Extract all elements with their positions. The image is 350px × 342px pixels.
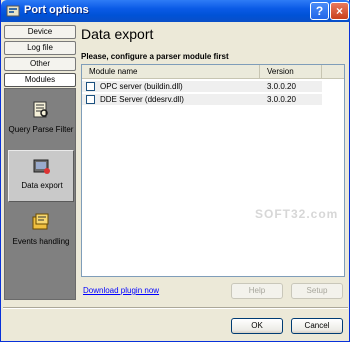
title-bar[interactable]: Port options ? × — [1, 0, 350, 22]
events-icon — [32, 213, 49, 230]
download-plugin-link[interactable]: Download plugin now — [83, 286, 159, 295]
module-version: 3.0.0.20 — [267, 95, 296, 104]
data-export-icon — [33, 159, 50, 174]
enable-checkbox[interactable] — [86, 95, 95, 104]
app-icon — [6, 5, 20, 17]
ok-button[interactable]: OK — [231, 318, 283, 334]
list-header: Module name Version — [82, 65, 344, 79]
module-label: Query Parse Filter — [8, 125, 74, 134]
help-title-button[interactable]: ? — [310, 2, 329, 20]
modules-list: Query Parse Filter Data export Events ha… — [4, 88, 76, 300]
options-sidebar: Device Log file Other Modules Query Pars… — [3, 24, 77, 301]
module-data-export[interactable]: Data export — [8, 150, 74, 202]
cancel-button[interactable]: Cancel — [291, 318, 343, 334]
module-label: Events handling — [12, 237, 70, 246]
nav-modules-button[interactable]: Modules — [4, 73, 76, 87]
module-name: OPC server (buildin.dll) — [100, 82, 183, 91]
module-query-parse-filter[interactable]: Query Parse Filter — [8, 95, 74, 147]
module-name: DDE Server (ddesrv.dll) — [100, 95, 184, 104]
page-title: Data export — [81, 26, 154, 42]
enable-checkbox[interactable] — [86, 82, 95, 91]
port-options-window: Port options ? × Device Log file Other M… — [0, 0, 350, 342]
configure-hint: Please, configure a parser module first — [81, 52, 229, 61]
filter-icon — [33, 101, 48, 118]
column-module-name[interactable]: Module name — [82, 65, 260, 78]
help-button[interactable]: Help — [231, 283, 283, 299]
nav-other-button[interactable]: Other — [4, 57, 76, 71]
module-list-view[interactable]: Module name Version OPC server (buildin.… — [81, 64, 345, 277]
window-title: Port options — [24, 4, 89, 16]
list-item[interactable]: DDE Server (ddesrv.dll) 3.0.0.20 — [82, 94, 322, 105]
module-events-handling[interactable]: Events handling — [8, 207, 74, 259]
nav-log-file-button[interactable]: Log file — [4, 41, 76, 55]
close-button[interactable]: × — [330, 2, 349, 20]
watermark: SOFT32.com — [255, 207, 339, 221]
column-version[interactable]: Version — [260, 65, 322, 78]
list-item[interactable]: OPC server (buildin.dll) 3.0.0.20 — [82, 81, 322, 92]
footer-divider — [3, 307, 348, 309]
setup-button[interactable]: Setup — [291, 283, 343, 299]
nav-device-button[interactable]: Device — [4, 25, 76, 39]
module-version: 3.0.0.20 — [267, 82, 296, 91]
module-label: Data export — [21, 181, 63, 190]
